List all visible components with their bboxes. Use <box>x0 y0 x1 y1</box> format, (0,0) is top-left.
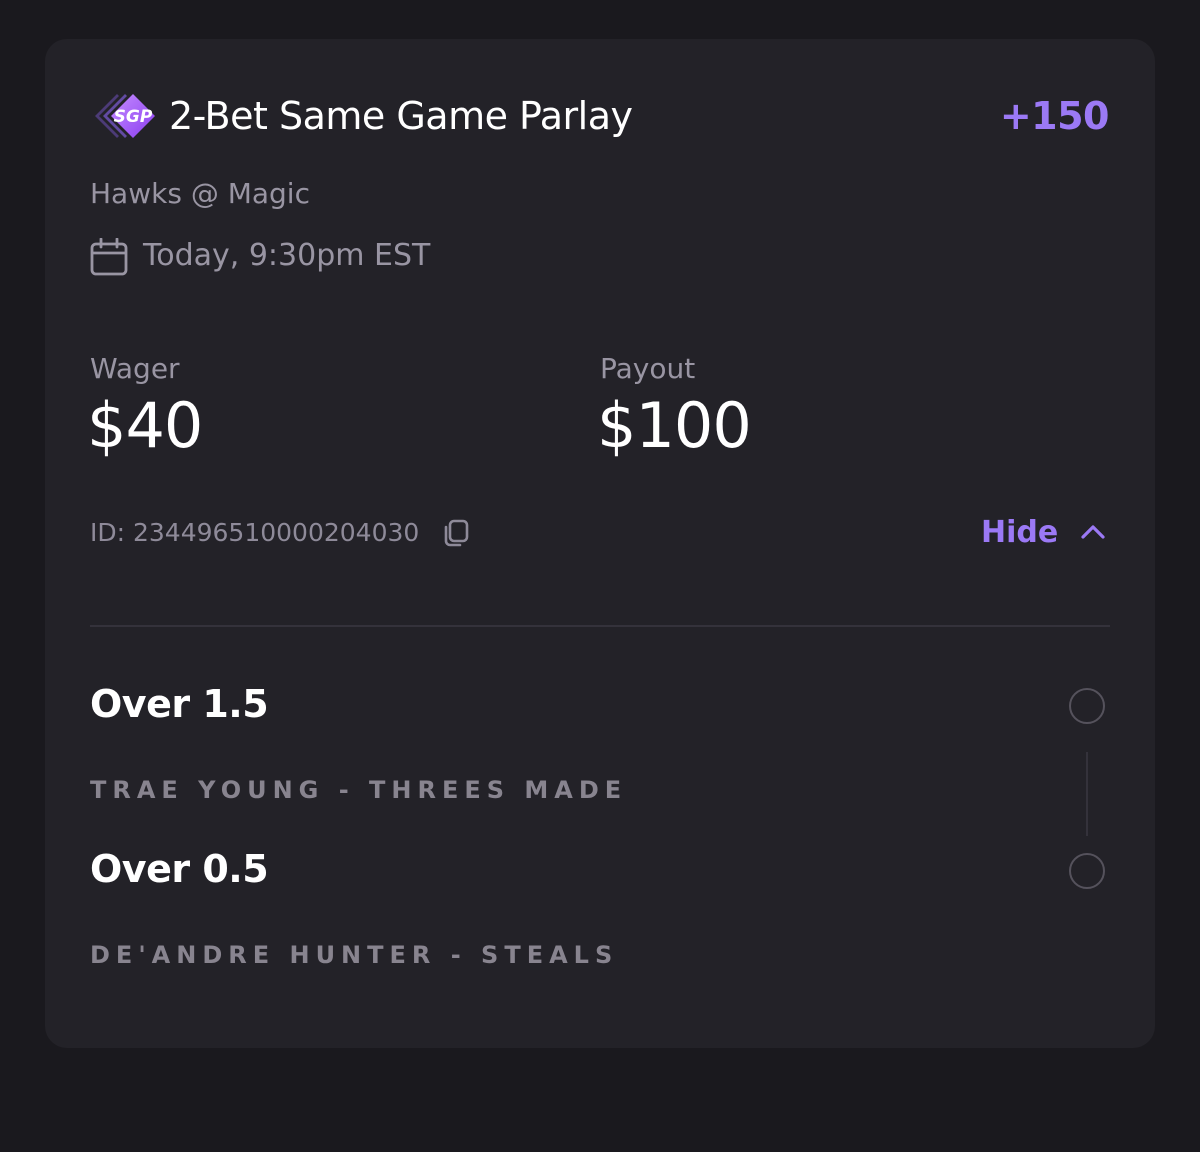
matchup-text: Hawks @ Magic <box>90 177 310 210</box>
leg-2-line: Over 0.5 <box>90 847 269 891</box>
calendar-icon <box>90 238 128 276</box>
parlay-title: 2-Bet Same Game Parlay <box>169 94 633 138</box>
leg-1-status-indicator <box>1069 688 1105 724</box>
event-datetime: Today, 9:30pm EST <box>143 238 431 273</box>
leg-2-status-indicator <box>1069 853 1105 889</box>
leg-connector-line <box>1086 752 1088 836</box>
odds-value: +150 <box>999 94 1110 138</box>
wager-label: Wager <box>90 352 180 385</box>
copy-icon[interactable] <box>441 518 471 548</box>
leg-1-line: Over 1.5 <box>90 682 269 726</box>
bet-id-text: ID: 234496510000204030 <box>90 518 420 547</box>
parlay-bet-card: SGP 2-Bet Same Game Parlay +150 Hawks @ … <box>45 39 1155 1048</box>
hide-legs-button[interactable]: Hide <box>981 507 1111 557</box>
chevron-up-icon <box>1081 525 1105 539</box>
sgp-badge-text: SGP <box>114 107 153 127</box>
leg-1-description: TRAE YOUNG - THREES MADE <box>90 776 628 804</box>
payout-label: Payout <box>600 352 696 385</box>
sgp-logo-icon: SGP <box>95 94 155 138</box>
wager-amount: $40 <box>87 389 203 462</box>
leg-2-description: DE'ANDRE HUNTER - STEALS <box>90 941 619 969</box>
hide-button-label: Hide <box>981 514 1059 550</box>
section-divider <box>90 625 1110 627</box>
payout-amount: $100 <box>597 389 752 462</box>
